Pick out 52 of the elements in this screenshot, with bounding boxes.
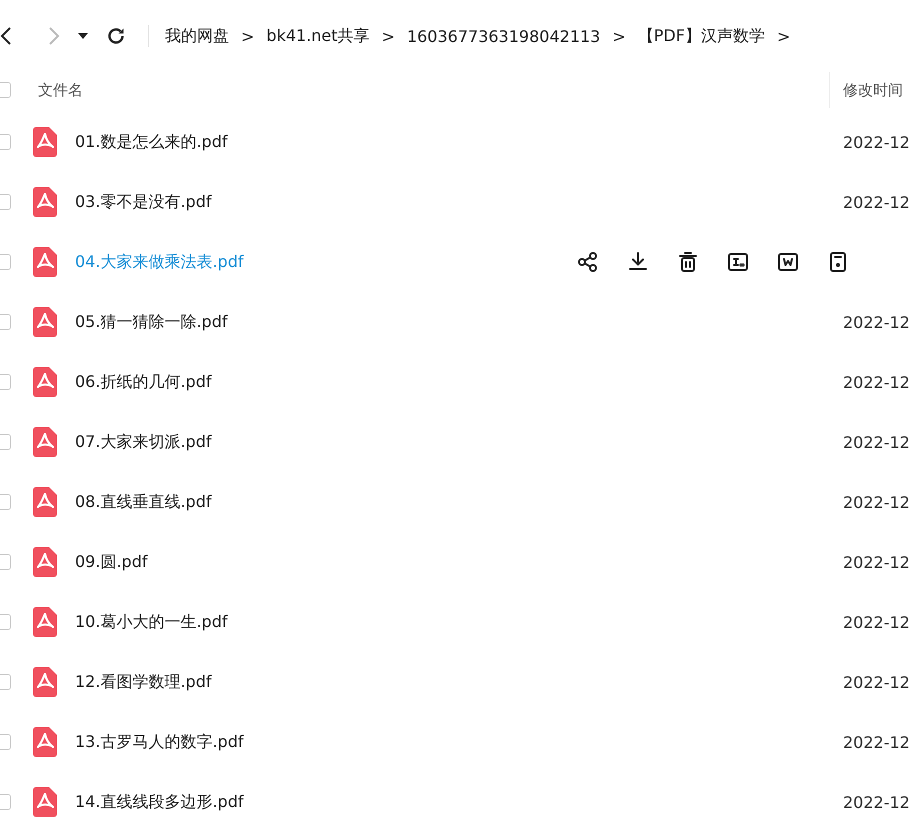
modified-date: 2022-12 bbox=[843, 192, 911, 212]
file-name[interactable]: 14.直线线段多边形.pdf bbox=[75, 792, 830, 812]
breadcrumb-separator: > bbox=[382, 26, 395, 46]
modified-date: 2022-12 bbox=[843, 612, 911, 632]
trash-icon[interactable] bbox=[676, 250, 700, 274]
forward-icon[interactable] bbox=[48, 25, 60, 47]
refresh-icon[interactable] bbox=[106, 26, 126, 46]
pdf-file-icon bbox=[33, 667, 57, 697]
modified-date: 2022-12 bbox=[843, 372, 911, 392]
pdf-file-icon bbox=[33, 547, 57, 577]
file-name[interactable]: 07.大家来切派.pdf bbox=[75, 432, 830, 452]
pdf-file-icon bbox=[33, 487, 57, 517]
modified-date: 2022-12 bbox=[843, 432, 911, 452]
pdf-file-icon bbox=[33, 307, 57, 337]
file-name[interactable]: 05.猜一猜除一除.pdf bbox=[75, 312, 830, 332]
pdf-file-icon bbox=[33, 247, 57, 277]
pdf-file-icon bbox=[33, 427, 57, 457]
pdf-file-icon bbox=[33, 727, 57, 757]
column-header[interactable]: 修改时间 bbox=[829, 72, 914, 108]
dropdown-caret-icon[interactable] bbox=[78, 32, 88, 40]
pdf-file-icon bbox=[33, 367, 57, 397]
breadcrumb-separator: > bbox=[612, 26, 626, 46]
pdf-file-icon bbox=[33, 607, 57, 637]
modified-date: 2022-12 bbox=[843, 792, 911, 812]
share-icon[interactable] bbox=[576, 250, 600, 274]
file-name[interactable]: 04.大家来做乘法表.pdf bbox=[75, 252, 576, 272]
file-name[interactable]: 08.直线垂直线.pdf bbox=[75, 492, 830, 512]
pdf-file-icon bbox=[33, 187, 57, 217]
pdf-file-icon bbox=[33, 127, 57, 157]
document-icon[interactable] bbox=[776, 250, 800, 274]
rename-icon[interactable] bbox=[726, 250, 750, 274]
modified-date: 2022-12 bbox=[843, 312, 911, 332]
file-name[interactable]: 03.零不是没有.pdf bbox=[75, 192, 830, 212]
breadcrumb-link[interactable]: 我的网盘 bbox=[165, 26, 229, 46]
file-name[interactable]: 13.古罗马人的数字.pdf bbox=[75, 732, 830, 752]
file-name[interactable]: 10.葛小大的一生.pdf bbox=[75, 612, 830, 632]
modified-date: 2022-12 bbox=[843, 672, 911, 692]
breadcrumb-separator: > bbox=[776, 26, 790, 46]
modified-date: 2022-12 bbox=[843, 132, 911, 152]
modified-date: 2022-12 bbox=[843, 552, 911, 572]
breadcrumb-link[interactable]: bk41.net共享 bbox=[266, 26, 370, 46]
breadcrumb-link[interactable]: 1603677363198042113 bbox=[406, 26, 600, 46]
modified-date: 2022-12 bbox=[843, 732, 911, 752]
column-header[interactable]: 文件名 bbox=[38, 80, 829, 100]
file-name[interactable]: 01.数是怎么来的.pdf bbox=[75, 132, 830, 152]
file-name[interactable]: 12.看图学数理.pdf bbox=[75, 672, 830, 692]
breadcrumb-link[interactable]: 【PDF】汉声数学 bbox=[638, 26, 765, 46]
file-name[interactable]: 09.圆.pdf bbox=[75, 552, 830, 572]
back-icon[interactable] bbox=[0, 25, 12, 47]
modified-date: 2022-12 bbox=[843, 492, 911, 512]
breadcrumb-separator: > bbox=[241, 26, 254, 46]
file-name[interactable]: 06.折纸的几何.pdf bbox=[75, 372, 830, 392]
